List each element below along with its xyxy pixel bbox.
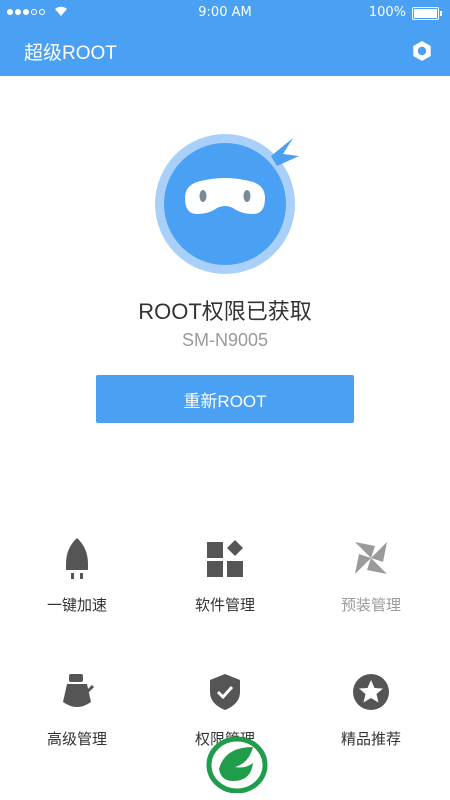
- feature-advanced[interactable]: 高级管理: [2, 670, 152, 780]
- app-title: 超级ROOT: [24, 43, 117, 64]
- watermark-logo-icon: [205, 733, 269, 794]
- status-bar: 9:00 AM 100%: [0, 0, 450, 26]
- rocket-icon: [57, 536, 97, 580]
- settings-button[interactable]: [410, 39, 434, 63]
- tools-icon: [57, 670, 97, 714]
- star-badge-icon: [351, 670, 391, 714]
- feature-recommended[interactable]: 精品推荐: [296, 670, 446, 780]
- feature-label: 软件管理: [194, 597, 255, 614]
- ninja-mascot-icon: [145, 130, 305, 275]
- shield-check-icon: [205, 670, 245, 714]
- feature-label: 一键加速: [46, 597, 107, 614]
- battery-icon: [412, 7, 442, 20]
- feature-label: 高级管理: [46, 731, 107, 748]
- battery-percent: 100%: [368, 5, 406, 20]
- root-status-title: ROOT权限已获取: [138, 299, 312, 324]
- feature-label: 精品推荐: [340, 731, 401, 748]
- feature-software[interactable]: 软件管理: [150, 536, 300, 646]
- battery-fill: [414, 9, 437, 18]
- feature-preinstalled[interactable]: 预装管理: [296, 536, 446, 646]
- device-model: SM-N9005: [181, 330, 269, 350]
- feature-label: 预装管理: [340, 597, 401, 614]
- gear-icon: [413, 41, 431, 61]
- apps-grid-icon: [205, 536, 245, 580]
- app-bar: 超级ROOT: [0, 26, 450, 76]
- reroot-button[interactable]: 重新ROOT: [96, 375, 354, 423]
- pinwheel-icon: [351, 536, 391, 580]
- feature-boost[interactable]: 一键加速: [2, 536, 152, 646]
